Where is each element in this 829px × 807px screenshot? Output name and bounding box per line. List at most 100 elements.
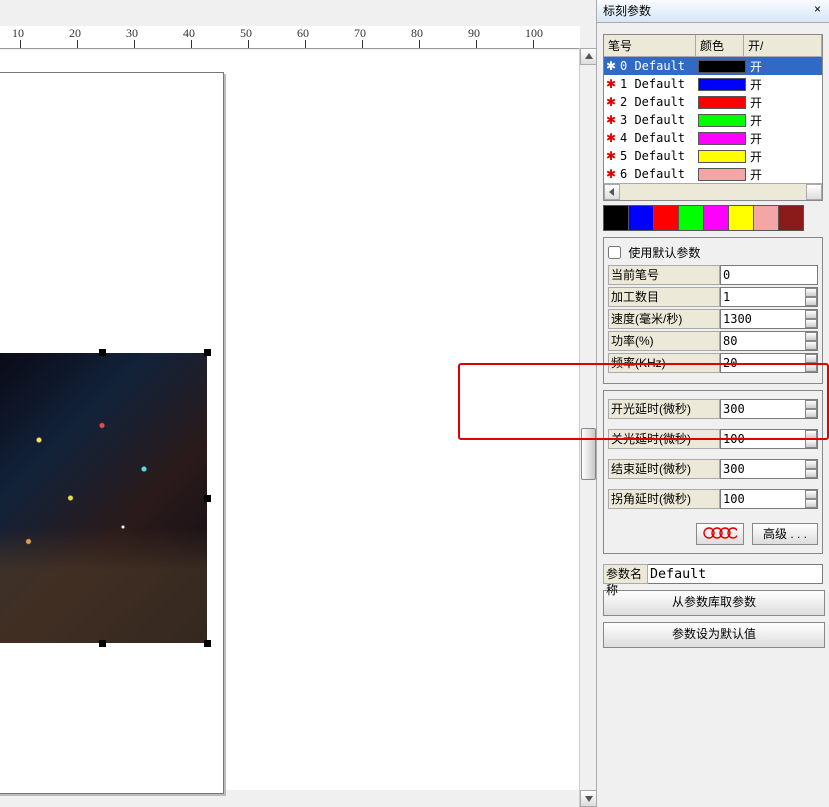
delay-row: 关光延时(微秒)	[608, 429, 818, 449]
param-name-input[interactable]	[648, 564, 823, 584]
image-placeholder	[0, 353, 207, 643]
delay-row: 结束延时(微秒)	[608, 459, 818, 479]
col-pen[interactable]: 笔号	[604, 35, 696, 56]
color-swatch[interactable]	[628, 205, 654, 231]
color-swatch[interactable]	[728, 205, 754, 231]
spinner[interactable]	[805, 400, 817, 418]
pen-star-icon: ✱	[604, 149, 618, 163]
spinner[interactable]	[805, 354, 817, 372]
delay-row: 开光延时(微秒)	[608, 399, 818, 419]
pen-table-header: 笔号 颜色 开/	[604, 35, 822, 57]
panel-title: 标刻参数	[603, 4, 651, 18]
pen-row[interactable]: ✱1 Default 开	[604, 75, 822, 93]
horizontal-ruler: 102030405060708090100	[0, 26, 580, 49]
param-input[interactable]	[720, 331, 818, 351]
resize-handle-tm[interactable]	[99, 349, 106, 356]
param-input[interactable]	[720, 353, 818, 373]
delay-label: 拐角延时(微秒)	[608, 489, 720, 509]
scroll-left-icon[interactable]	[609, 188, 614, 196]
pen-on: 开	[746, 166, 822, 183]
resize-handle-bm[interactable]	[99, 640, 106, 647]
scroll-up-icon[interactable]	[585, 53, 593, 59]
delay-input[interactable]	[720, 399, 818, 419]
pen-name: 0 Default	[618, 59, 698, 73]
vertical-scrollbar[interactable]	[579, 48, 597, 807]
param-row: 当前笔号	[608, 265, 818, 285]
pen-h-scrollbar[interactable]	[604, 183, 822, 200]
scroll-right-icon[interactable]	[812, 188, 817, 196]
color-swatch[interactable]	[778, 205, 804, 231]
param-input[interactable]	[720, 309, 818, 329]
pen-on: 开	[746, 130, 822, 147]
pen-name: 1 Default	[618, 77, 698, 91]
pen-color-swatch	[698, 78, 746, 91]
resize-handle-mr[interactable]	[204, 495, 211, 502]
scroll-down-icon[interactable]	[585, 796, 593, 802]
color-strip	[603, 205, 823, 231]
param-input[interactable]	[720, 265, 818, 285]
marking-params-panel: 标刻参数 × 笔号 颜色 开/ ✱0 Default开✱1 Default开✱2…	[596, 0, 829, 807]
scroll-thumb[interactable]	[581, 428, 596, 480]
delay-input[interactable]	[720, 429, 818, 449]
param-label: 速度(毫米/秒)	[608, 309, 720, 329]
pen-row[interactable]: ✱6 Default开	[604, 165, 822, 183]
pen-color-swatch	[698, 60, 746, 73]
selected-image[interactable]	[0, 353, 207, 643]
pen-table: 笔号 颜色 开/ ✱0 Default开✱1 Default开✱2 Defaul…	[603, 34, 823, 201]
pen-name: 3 Default	[618, 113, 698, 127]
button-row: 高级 . . .	[608, 523, 818, 545]
param-label: 加工数目	[608, 287, 720, 307]
color-swatch[interactable]	[603, 205, 629, 231]
pen-color-swatch	[698, 168, 746, 181]
param-input[interactable]	[720, 287, 818, 307]
param-label: 当前笔号	[608, 265, 720, 285]
use-default-checkbox[interactable]	[608, 246, 621, 259]
pen-star-icon: ✱	[604, 59, 618, 73]
color-swatch[interactable]	[703, 205, 729, 231]
param-label: 频率(KHz)	[608, 353, 720, 373]
pen-name: 5 Default	[618, 149, 698, 163]
spinner[interactable]	[805, 490, 817, 508]
col-on[interactable]: 开/	[744, 35, 822, 56]
param-label: 功率(%)	[608, 331, 720, 351]
col-color[interactable]: 颜色	[696, 35, 744, 56]
resize-handle-tr[interactable]	[204, 349, 211, 356]
panel-body: 笔号 颜色 开/ ✱0 Default开✱1 Default开✱2 Defaul…	[603, 34, 823, 801]
spinner[interactable]	[805, 460, 817, 478]
param-name-row: 参数名称	[603, 564, 823, 584]
delay-input[interactable]	[720, 459, 818, 479]
pen-on: 开	[746, 76, 822, 93]
pen-row[interactable]: ✱0 Default 开	[604, 57, 822, 75]
resize-handle-br[interactable]	[204, 640, 211, 647]
pen-row[interactable]: ✱4 Default 开	[604, 129, 822, 147]
pen-row[interactable]: ✱3 Default开	[604, 111, 822, 129]
delay-label: 结束延时(微秒)	[608, 459, 720, 479]
spinner[interactable]	[805, 430, 817, 448]
save-as-default-button[interactable]: 参数设为默认值	[603, 622, 825, 648]
delay-input[interactable]	[720, 489, 818, 509]
spinner[interactable]	[805, 288, 817, 306]
pen-star-icon: ✱	[604, 77, 618, 91]
pen-on: 开	[746, 58, 822, 75]
pen-star-icon: ✱	[604, 95, 618, 109]
delay-label: 开光延时(微秒)	[608, 399, 720, 419]
param-row: 速度(毫米/秒)	[608, 309, 818, 329]
use-default-row: 使用默认参数	[608, 244, 818, 261]
load-from-lib-button[interactable]: 从参数库取参数	[603, 590, 825, 616]
pen-name: 4 Default	[618, 131, 698, 145]
canvas[interactable]	[0, 50, 580, 790]
color-swatch[interactable]	[753, 205, 779, 231]
advanced-button[interactable]: 高级 . . .	[752, 523, 818, 545]
rings-button[interactable]	[696, 523, 744, 545]
color-swatch[interactable]	[678, 205, 704, 231]
pen-star-icon: ✱	[604, 131, 618, 145]
color-swatch[interactable]	[653, 205, 679, 231]
pen-on: 开	[746, 94, 822, 111]
pen-row[interactable]: ✱2 Default开	[604, 93, 822, 111]
spinner[interactable]	[805, 332, 817, 350]
pen-row[interactable]: ✱5 Default开	[604, 147, 822, 165]
pen-color-swatch	[698, 114, 746, 127]
close-panel-button[interactable]: ×	[810, 2, 825, 17]
rings-icon	[703, 526, 737, 540]
spinner[interactable]	[805, 310, 817, 328]
